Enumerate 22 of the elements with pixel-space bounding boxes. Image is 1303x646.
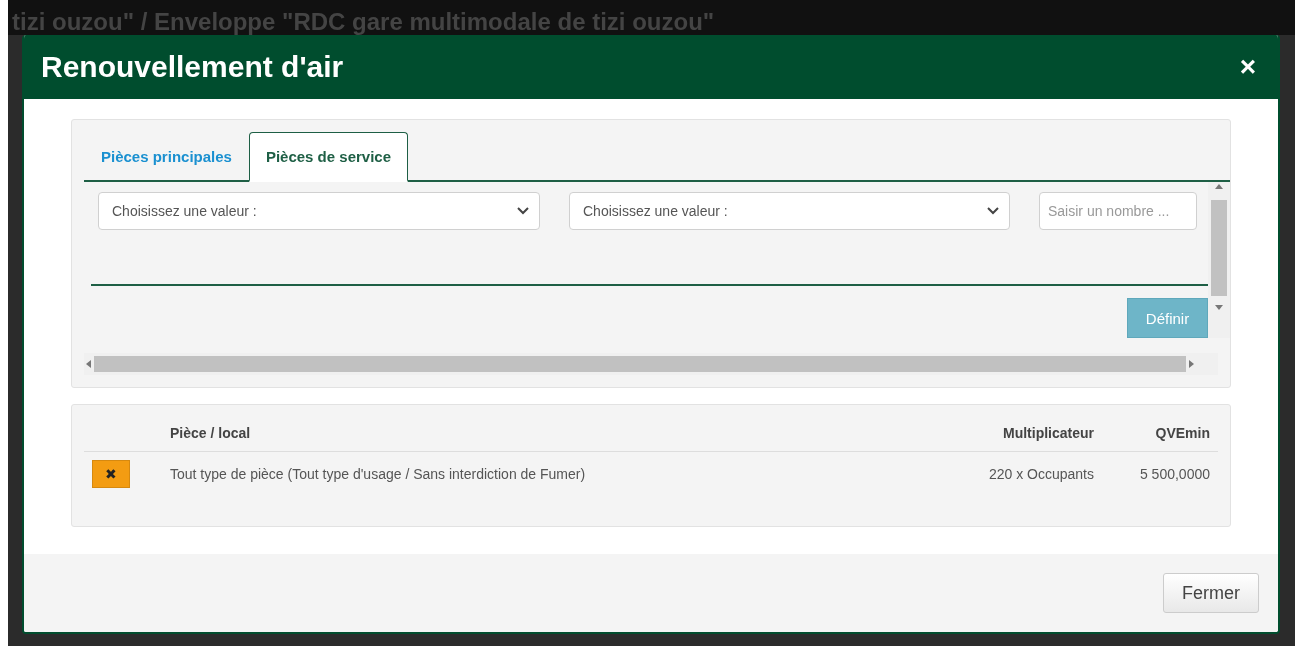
- close-button[interactable]: Fermer: [1163, 573, 1259, 613]
- select-field[interactable]: Choisissez une valeur :: [98, 192, 540, 230]
- tab[interactable]: Pièces de service: [248, 132, 408, 182]
- dialog-title: Renouvellement d'air: [41, 50, 344, 84]
- select-field[interactable]: Choisissez une valeur :: [569, 192, 1010, 230]
- table-cell: 5 500,0000: [1102, 451, 1218, 496]
- scroll-up-icon[interactable]: [1214, 182, 1224, 192]
- scroll-down-icon[interactable]: [1214, 302, 1224, 312]
- scroll-left-icon[interactable]: [84, 359, 94, 369]
- column-header: Pièce / local: [162, 415, 896, 452]
- chevron-down-icon: [987, 207, 999, 215]
- chevron-down-icon: [517, 207, 529, 215]
- table-cell: Tout type de pièce (Tout type d'usage / Sans interdiction de Fumer): [162, 451, 896, 496]
- close-button[interactable]: ×: [1239, 53, 1256, 81]
- column-header: QVEmin: [1102, 415, 1218, 452]
- horizontal-scrollbar[interactable]: [84, 353, 1218, 375]
- scroll-right-icon[interactable]: [1186, 359, 1196, 369]
- vertical-scrollbar[interactable]: [1208, 182, 1230, 338]
- delete-button[interactable]: ✖: [92, 460, 130, 488]
- table-cell: 220 x Occupants: [895, 451, 1102, 496]
- number-input[interactable]: Saisir un nombre ...: [1039, 192, 1197, 230]
- column-header: Multiplicateur: [895, 415, 1102, 452]
